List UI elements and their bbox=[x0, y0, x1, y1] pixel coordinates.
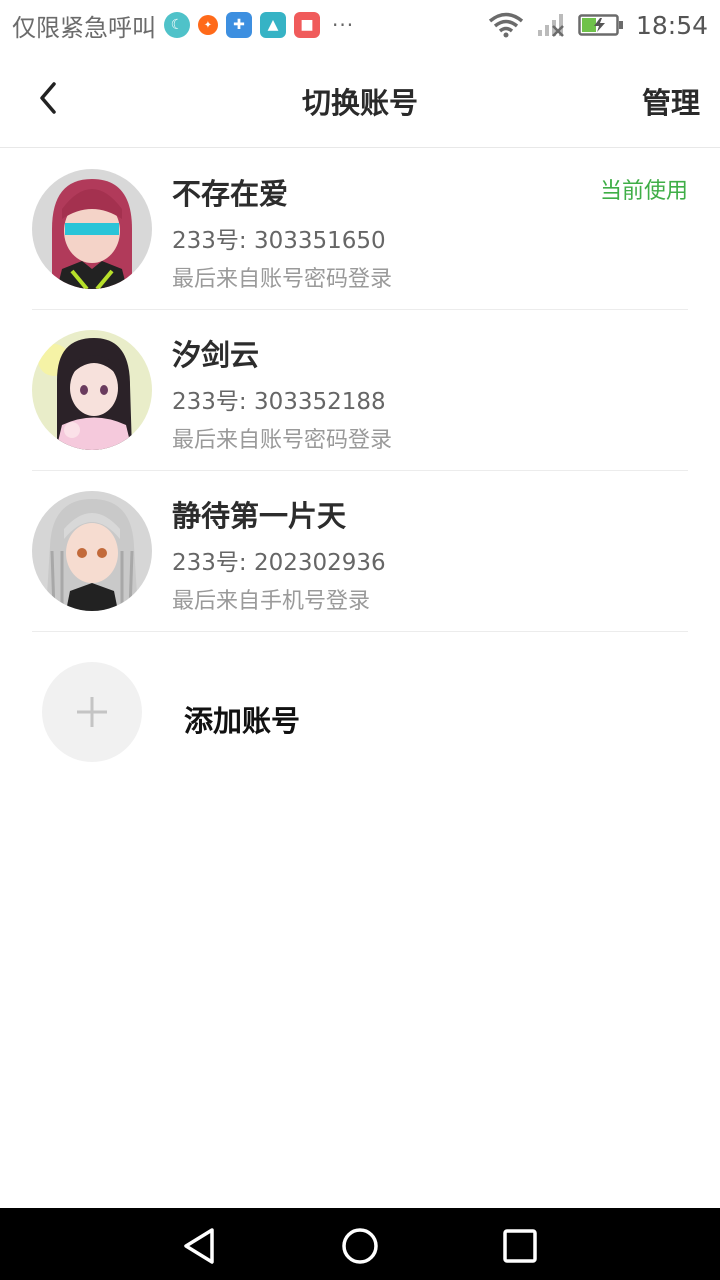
avatar-silver-hair bbox=[32, 491, 152, 611]
nav-recents-icon bbox=[503, 1229, 537, 1263]
account-id: 233号: 303352188 bbox=[172, 389, 386, 415]
manage-button[interactable]: 管理 bbox=[642, 80, 700, 122]
account-row[interactable]: 不存在爱 233号: 303351650 最后来自账号密码登录 当前使用 bbox=[0, 149, 720, 310]
nav-back-button[interactable] bbox=[180, 1226, 220, 1266]
plus-icon bbox=[77, 697, 107, 727]
last-login-method: 最后来自账号密码登录 bbox=[172, 428, 393, 453]
avatar-dark-hair bbox=[32, 330, 152, 450]
account-id: 233号: 303351650 bbox=[172, 228, 386, 254]
header: 切换账号 管理 bbox=[0, 50, 720, 148]
wifi-icon bbox=[488, 12, 524, 38]
add-account-label[interactable]: 添加账号 bbox=[184, 698, 300, 740]
account-row[interactable]: 汐剑云 233号: 303352188 最后来自账号密码登录 bbox=[0, 310, 720, 471]
status-left: 仅限紧急呼叫 ☾ ✦ ✚ ▲ ■ ··· bbox=[12, 8, 354, 43]
navigation-bar bbox=[0, 1208, 720, 1280]
nav-home-icon bbox=[342, 1228, 378, 1264]
add-account-row[interactable]: 添加账号 bbox=[0, 632, 720, 792]
account-row[interactable]: 静待第一片天 233号: 202302936 最后来自手机号登录 bbox=[0, 471, 720, 632]
status-right: 18:54 bbox=[488, 11, 708, 40]
page-title: 切换账号 bbox=[301, 86, 418, 120]
battery-charging-icon bbox=[578, 14, 623, 36]
weibo-icon: ✦ bbox=[198, 15, 218, 35]
account-name: 不存在爱 bbox=[172, 177, 289, 211]
app-icon-teal: ▲ bbox=[260, 12, 286, 38]
last-login-method: 最后来自手机号登录 bbox=[172, 589, 371, 614]
signal-icon bbox=[537, 14, 564, 37]
add-account-button[interactable] bbox=[42, 662, 142, 762]
current-account-badge: 当前使用 bbox=[599, 179, 688, 204]
account-list: 不存在爱 233号: 303351650 最后来自账号密码登录 当前使用 汐剑云… bbox=[0, 149, 720, 632]
app-icon-red: ■ bbox=[294, 12, 320, 38]
nav-recents-button[interactable] bbox=[500, 1226, 540, 1266]
nav-home-button[interactable] bbox=[340, 1226, 380, 1266]
status-bar: 仅限紧急呼叫 ☾ ✦ ✚ ▲ ■ ··· 18:54 bbox=[0, 0, 720, 50]
nav-back-icon bbox=[184, 1228, 214, 1264]
app-icon-blue: ✚ bbox=[226, 12, 252, 38]
moon-app-icon: ☾ bbox=[164, 12, 190, 38]
avatar-pink-hair bbox=[32, 169, 152, 289]
last-login-method: 最后来自账号密码登录 bbox=[172, 267, 393, 292]
account-name: 汐剑云 bbox=[172, 338, 260, 372]
account-id: 233号: 202302936 bbox=[172, 550, 386, 576]
more-notifications-icon: ··· bbox=[332, 13, 355, 37]
account-name: 静待第一片天 bbox=[172, 499, 347, 533]
clock: 18:54 bbox=[635, 10, 708, 40]
carrier-text: 仅限紧急呼叫 bbox=[12, 13, 156, 42]
